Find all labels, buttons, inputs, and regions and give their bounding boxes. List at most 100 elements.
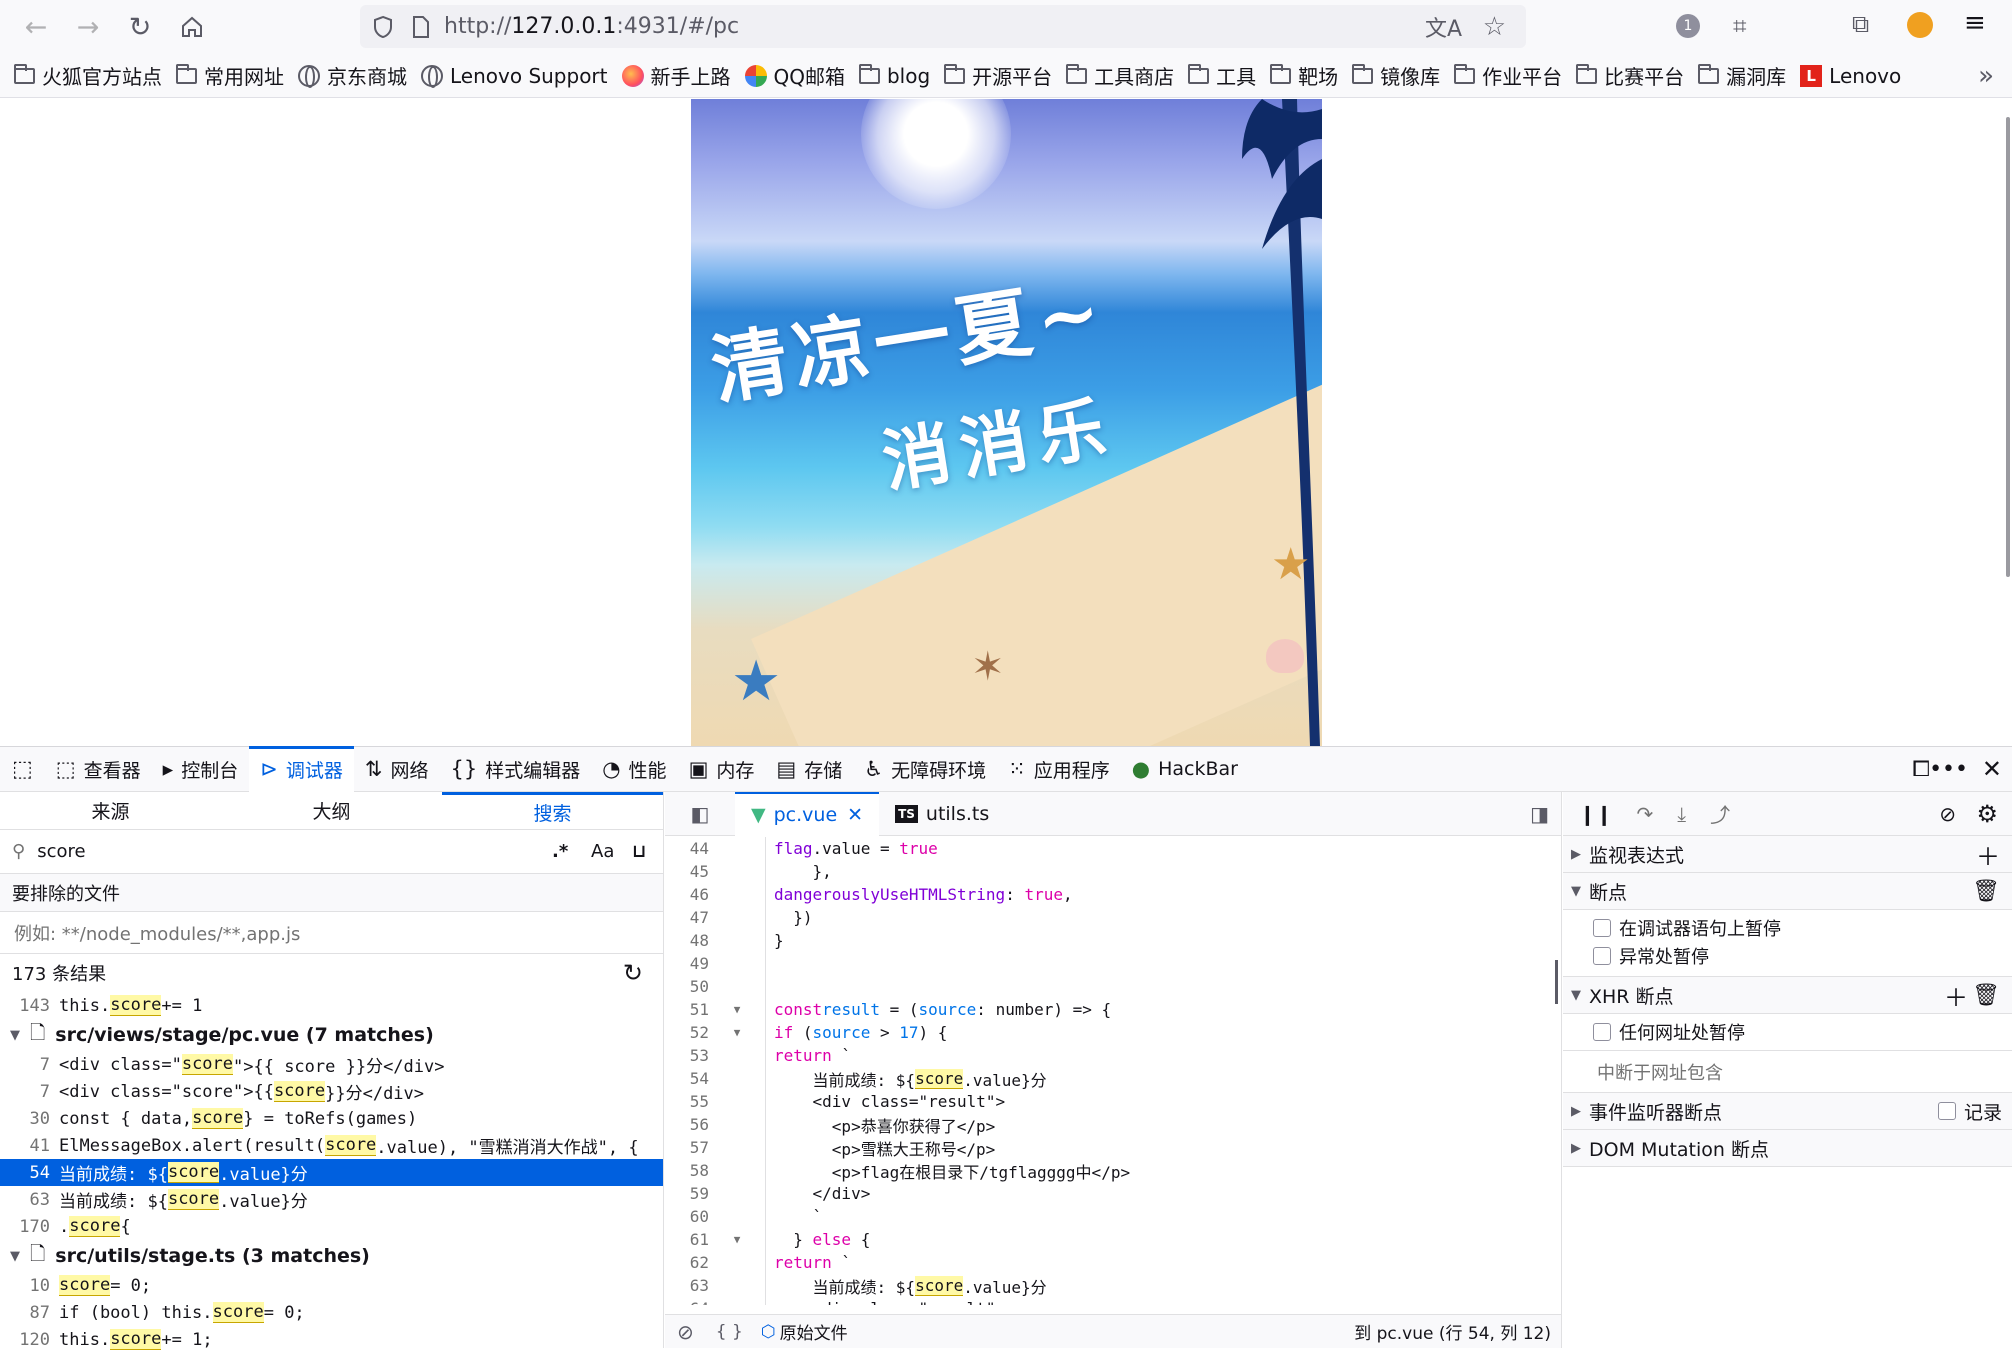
translate-icon[interactable]: 文A xyxy=(1425,11,1462,43)
star-icon[interactable]: ☆ xyxy=(1483,12,1506,42)
bookmark-item[interactable]: 漏洞库 xyxy=(1698,61,1786,90)
bookmark-item[interactable]: 常用网址 xyxy=(176,61,284,90)
fold-toggle[interactable]: ▼ xyxy=(709,1026,765,1039)
page-scrollbar[interactable] xyxy=(2000,99,2012,746)
checkbox[interactable] xyxy=(1937,1102,1956,1120)
code-line[interactable]: 48} xyxy=(665,929,1561,952)
home-button[interactable] xyxy=(170,5,214,49)
line-number[interactable]: 58 xyxy=(665,1161,709,1180)
whole-word-toggle[interactable]: ⊔ xyxy=(632,841,646,862)
result-file-group[interactable]: ▼ 🗋 src/views/stage/pc.vue (7 matches) xyxy=(0,1019,663,1051)
devtools-tab[interactable]: ⊳ 调试器 xyxy=(249,746,354,792)
bookmark-item[interactable]: 开源平台 xyxy=(944,61,1052,90)
code-line[interactable]: 45 }, xyxy=(665,860,1561,883)
result-line[interactable]: 41 ElMessageBox.alert(result(score .value)… xyxy=(0,1132,663,1159)
line-number[interactable]: 57 xyxy=(665,1138,709,1157)
bookmark-item[interactable]: 作业平台 xyxy=(1454,61,1562,90)
more-bookmarks-icon[interactable]: » xyxy=(1978,61,1994,91)
code-line[interactable]: 53 return ` xyxy=(665,1044,1561,1067)
devtools-tab[interactable]: ♿ 无障碍环境 xyxy=(853,747,997,792)
close-tab-icon[interactable]: ✕ xyxy=(847,804,863,826)
element-picker-icon[interactable]: ⬚ xyxy=(0,747,45,792)
watch-expressions-section[interactable]: ▶ 监视表达式 ＋ xyxy=(1563,836,2012,873)
bookmark-item[interactable]: Lenovo Support xyxy=(421,64,608,88)
devtools-tab[interactable]: ⁙ 应用程序 xyxy=(997,747,1121,792)
regex-toggle[interactable]: .* xyxy=(552,841,568,862)
devtools-tab[interactable]: ◔ 性能 xyxy=(591,747,677,792)
line-number[interactable]: 55 xyxy=(665,1092,709,1111)
add-xhr-icon[interactable]: ＋ xyxy=(1944,978,1968,1013)
pause-icon[interactable]: ❙❙ xyxy=(1579,802,1613,826)
bookmark-item[interactable]: 靶场 xyxy=(1270,61,1338,90)
result-file-group[interactable]: ▼ 🗋 src/utils/stage.ts (3 matches) xyxy=(0,1240,663,1272)
result-line[interactable]: 7 <div class="score">{{ score }}分</div> xyxy=(0,1078,663,1105)
dom-mutation-breakpoints-section[interactable]: ▶ DOM Mutation 断点 xyxy=(1563,1130,2012,1167)
menu-icon[interactable]: ≡ xyxy=(1964,8,1986,38)
url-contains-input[interactable]: 中断于网址包含 xyxy=(1563,1051,2012,1093)
refresh-icon[interactable]: ↻ xyxy=(623,959,643,987)
line-number[interactable]: 48 xyxy=(665,931,709,950)
tab-search[interactable]: 搜索 xyxy=(442,792,663,829)
checkbox[interactable] xyxy=(1593,919,1611,937)
record-checkbox[interactable]: 记录 xyxy=(1937,1098,2002,1125)
breakpoints-section[interactable]: ▼ 断点 🗑 xyxy=(1563,873,2012,910)
code-line[interactable]: 59 </div> xyxy=(665,1182,1561,1205)
code-line[interactable]: 64 <div class="result"> xyxy=(665,1297,1561,1305)
result-line[interactable]: 10 score = 0; xyxy=(0,1272,663,1299)
line-number[interactable]: 59 xyxy=(665,1184,709,1203)
line-number[interactable]: 63 xyxy=(665,1276,709,1295)
bookmark-item[interactable]: 京东商城 xyxy=(298,61,407,90)
result-line[interactable]: 87 if (bool) this. score = 0; xyxy=(0,1299,663,1326)
editor-tab-utils-ts[interactable]: TS utils.ts xyxy=(879,792,1005,836)
shield-icon[interactable] xyxy=(372,15,394,39)
line-number[interactable]: 46 xyxy=(665,885,709,904)
code-line[interactable]: 52 ▼ if (source > 17) { xyxy=(665,1021,1561,1044)
bookmark-item[interactable]: 比赛平台 xyxy=(1576,61,1684,90)
line-number[interactable]: 54 xyxy=(665,1069,709,1088)
page-scroll-thumb[interactable] xyxy=(2006,117,2010,577)
code-line[interactable]: 62 return ` xyxy=(665,1251,1561,1274)
devtools-tab[interactable]: ▸ 控制台 xyxy=(152,747,250,792)
devtools-tab[interactable]: ▣ 内存 xyxy=(678,747,766,792)
code-line[interactable]: 63 当前成绩: ${score .value}分 xyxy=(665,1274,1561,1297)
devtools-tab[interactable]: {} 样式编辑器 xyxy=(439,747,591,792)
line-number[interactable]: 45 xyxy=(665,862,709,881)
deactivate-breakpoints-icon[interactable]: ⊘ xyxy=(1939,802,1956,826)
devtools-tab[interactable]: ● HackBar xyxy=(1121,747,1249,792)
line-number[interactable]: 60 xyxy=(665,1207,709,1226)
extensions-icon[interactable]: ⧉ xyxy=(1852,10,1869,38)
add-watch-icon[interactable]: ＋ xyxy=(1976,837,2000,872)
result-line[interactable]: 143 this. score += 1 xyxy=(0,992,663,1019)
bookmark-item[interactable]: 新手上路 xyxy=(621,61,731,90)
bookmark-item[interactable]: blog xyxy=(858,63,930,88)
code-line[interactable]: 61 ▼ } else { xyxy=(665,1228,1561,1251)
forward-button[interactable]: → xyxy=(66,5,110,49)
line-number[interactable]: 64 xyxy=(665,1299,709,1305)
checkbox[interactable] xyxy=(1593,947,1611,965)
line-number[interactable]: 50 xyxy=(665,977,709,996)
result-line[interactable]: 170. score { xyxy=(0,1213,663,1240)
toggle-sources-icon[interactable]: ◧ xyxy=(665,792,735,836)
fold-toggle[interactable]: ▼ xyxy=(709,1233,765,1246)
blackbox-icon[interactable]: ⊘ xyxy=(677,1320,694,1344)
fold-toggle[interactable]: ▼ xyxy=(709,1003,765,1016)
devtools-tab[interactable]: ⇅ 网络 xyxy=(354,747,440,792)
back-button[interactable]: ← xyxy=(14,5,58,49)
devtools-tab[interactable]: ▤ 存储 xyxy=(765,747,853,792)
line-number[interactable]: 49 xyxy=(665,954,709,973)
line-number[interactable]: 51 xyxy=(665,1000,709,1019)
case-toggle[interactable]: Aa xyxy=(591,841,614,862)
line-number[interactable]: 53 xyxy=(665,1046,709,1065)
pause-on-exceptions-checkbox[interactable]: 异常处暂停 xyxy=(1563,942,2012,970)
editor-tab-pc-vue[interactable]: ▼ pc.vue ✕ xyxy=(735,791,880,836)
code-line[interactable]: 49 xyxy=(665,952,1561,975)
code-line[interactable]: 58 <p>flag在根目录下/tgflagggg中</p> xyxy=(665,1159,1561,1182)
event-listener-breakpoints-section[interactable]: ▶ 事件监听器断点 记录 xyxy=(1563,1093,2012,1130)
result-line[interactable]: 7 <div class="score">{{ score }}分</div> xyxy=(0,1051,663,1078)
code-line[interactable]: 47 }) xyxy=(665,906,1561,929)
original-file-label[interactable]: 原始文件 xyxy=(780,1319,848,1344)
code-line[interactable]: 50 xyxy=(665,975,1561,998)
bookmark-item[interactable]: 工具 xyxy=(1188,61,1256,90)
code-line[interactable]: 56 <p>恭喜你获得了</p> xyxy=(665,1113,1561,1136)
step-in-icon[interactable]: ⤓ xyxy=(1677,802,1686,826)
